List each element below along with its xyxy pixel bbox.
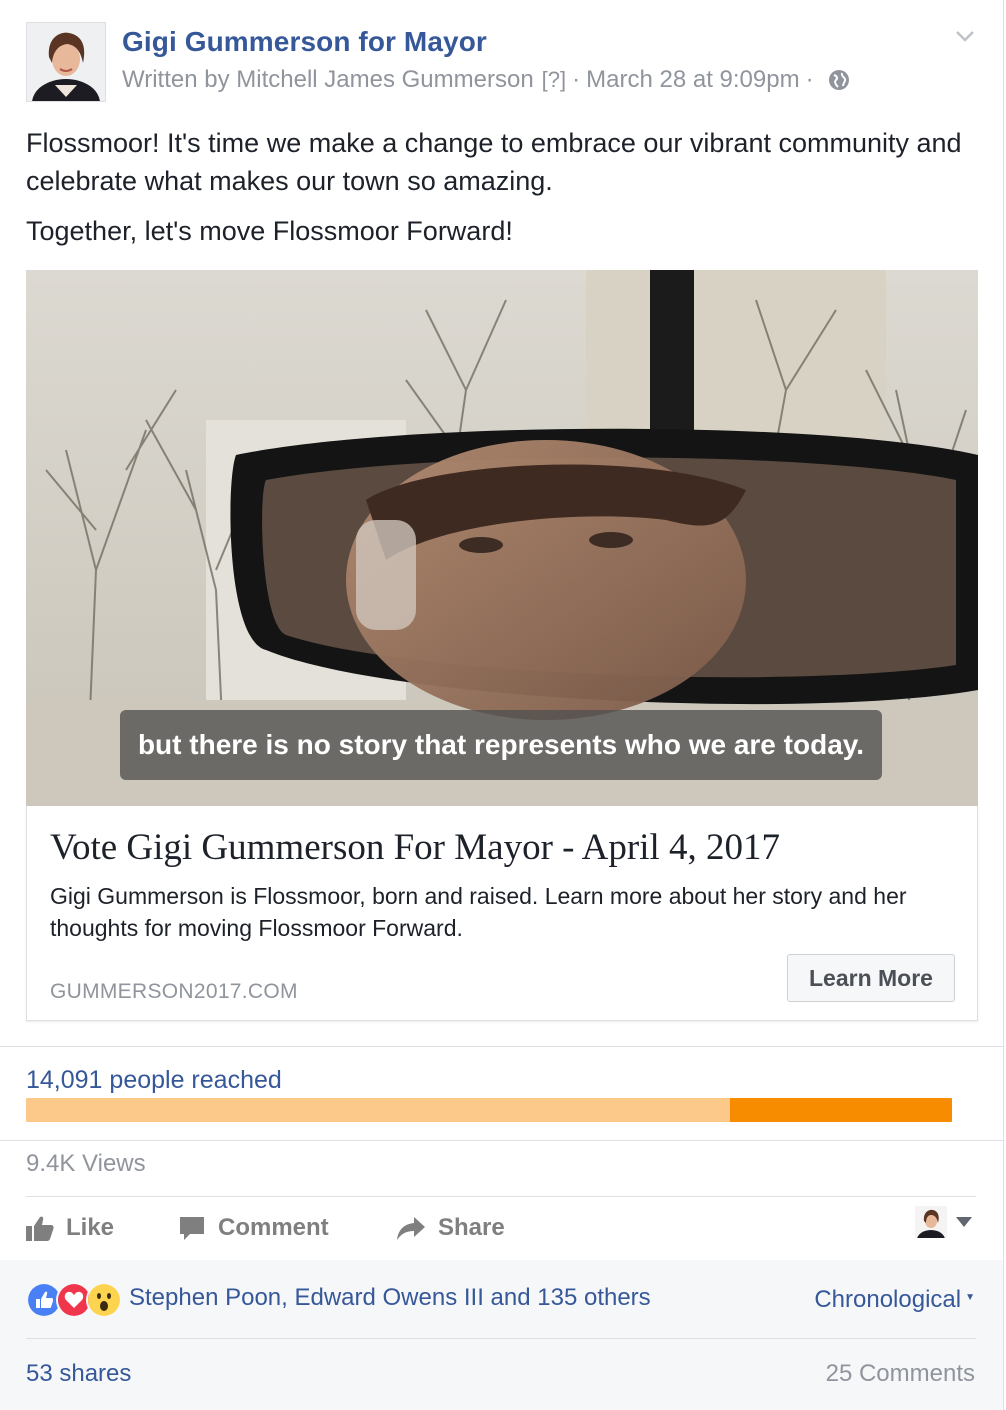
- thumbs-up-icon: [26, 1216, 54, 1241]
- divider: [26, 1338, 976, 1339]
- comment-bubble-icon: [180, 1217, 204, 1240]
- post-as-selector[interactable]: [915, 1206, 973, 1238]
- comment-label: Comment: [218, 1214, 329, 1241]
- viewer-avatar-image: [915, 1206, 947, 1238]
- feed-post: Gigi Gummerson for Mayor Written by Mitc…: [0, 0, 1004, 1410]
- separator-dot: ·: [805, 66, 814, 93]
- comments-count-link[interactable]: 25 Comments: [826, 1360, 975, 1388]
- like-label: Like: [66, 1214, 115, 1241]
- wow-icon: [86, 1282, 122, 1318]
- share-label: Share: [438, 1214, 505, 1241]
- help-marker[interactable]: [?]: [542, 67, 566, 93]
- author-attribution[interactable]: Written by Mitchell James Gummerson: [122, 66, 534, 94]
- post-message: Flossmoor! It's time we make a change to…: [26, 124, 976, 250]
- video-caption: but there is no story that represents wh…: [120, 710, 882, 780]
- divider: [0, 1046, 1003, 1047]
- divider: [0, 1140, 1003, 1141]
- post-timestamp[interactable]: March 28 at 9:09pm: [586, 66, 799, 94]
- video-player[interactable]: but there is no story that represents wh…: [26, 270, 978, 806]
- viewer-avatar: [915, 1206, 947, 1238]
- avatar-portrait-image: [27, 23, 105, 101]
- reactions-section: Stephen Poon, Edward Owens III and 135 o…: [0, 1260, 1003, 1410]
- reach-bar-paid-fill: [729, 1098, 952, 1122]
- comment-sort-label: Chronological: [814, 1286, 962, 1313]
- page-avatar[interactable]: [26, 22, 106, 102]
- post-meta: Written by Mitchell James Gummerson [?] …: [122, 66, 850, 94]
- page-name-link[interactable]: Gigi Gummerson for Mayor: [122, 26, 487, 58]
- reactions-summary-link[interactable]: Stephen Poon, Edward Owens III and 135 o…: [129, 1284, 651, 1312]
- separator-dot: ·: [572, 66, 581, 93]
- caret-down-icon: [956, 1217, 972, 1227]
- share-button[interactable]: Share: [396, 1198, 505, 1258]
- like-button[interactable]: Like: [26, 1198, 114, 1258]
- learn-more-button[interactable]: Learn More: [787, 954, 955, 1002]
- post-text-paragraph: Together, let's move Flossmoor Forward!: [26, 216, 513, 246]
- divider: [26, 1196, 976, 1197]
- link-preview-card[interactable]: Vote Gigi Gummerson For Mayor - April 4,…: [26, 806, 978, 1021]
- dropdown-arrow-icon: ▼: [965, 1292, 975, 1303]
- shares-count-link[interactable]: 53 shares: [26, 1360, 131, 1388]
- link-domain: GUMMERSON2017.COM: [50, 980, 298, 1003]
- share-arrow-icon: [397, 1217, 425, 1240]
- video-views: 9.4K Views: [26, 1150, 146, 1177]
- post-text-paragraph: Flossmoor! It's time we make a change to…: [26, 128, 962, 196]
- comment-button[interactable]: Comment: [178, 1198, 329, 1258]
- globe-icon[interactable]: [828, 69, 850, 91]
- link-title[interactable]: Vote Gigi Gummerson For Mayor - April 4,…: [50, 826, 780, 869]
- link-description: Gigi Gummerson is Flossmoor, born and ra…: [50, 883, 907, 941]
- chevron-down-icon[interactable]: [953, 24, 977, 48]
- action-bar: Like Comment Share: [0, 1198, 1003, 1258]
- reach-bar: [26, 1098, 952, 1122]
- people-reached-link[interactable]: 14,091 people reached: [26, 1066, 282, 1095]
- reaction-icons[interactable]: [26, 1282, 122, 1318]
- comment-sort-dropdown[interactable]: Chronological ▼: [814, 1286, 975, 1314]
